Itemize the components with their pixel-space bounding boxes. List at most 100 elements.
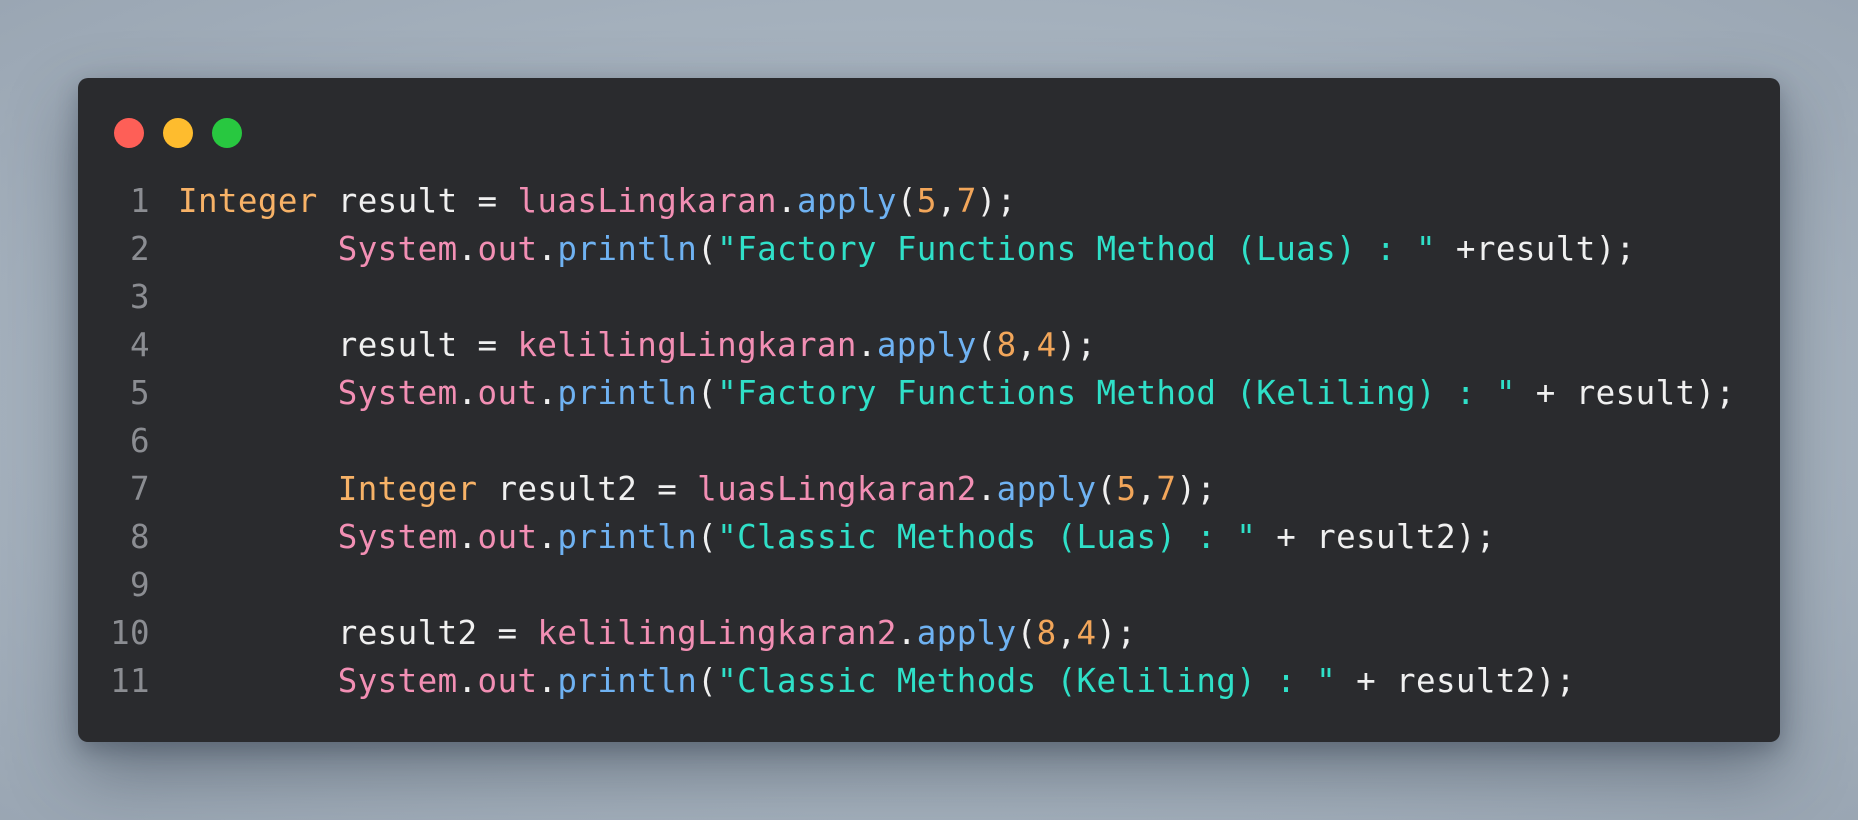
line-number: 7 [130,470,150,508]
code-window: 1 Integer result = luasLingkaran.apply(5,… [78,78,1780,742]
code-token-num: 8 [1036,614,1057,652]
code-token-fn: apply [876,326,977,364]
code-token-var [497,326,517,364]
code-token-obj: System [337,374,458,412]
code-token-pun: ( [697,230,718,268]
code-text: result2 = kelilingLingkaran2.apply(8,4); [150,614,1136,652]
code-token-pun: . [777,182,797,220]
code-block: 1 Integer result = luasLingkaran.apply(5,… [78,177,1780,705]
code-token-obj: kelilingLingkaran2 [537,614,897,652]
code-token-num: 7 [1156,470,1177,508]
code-token-op: = [497,614,518,652]
code-token-type: Integer [178,182,318,220]
code-token-var: result [178,326,478,364]
code-token-var [178,662,338,700]
line-number: 1 [130,182,150,220]
maximize-dot[interactable] [212,118,242,148]
code-token-pun: . [457,374,478,412]
code-token-pun: . [457,230,478,268]
code-token-num: 4 [1076,614,1097,652]
line-number: 3 [130,278,150,316]
code-text: System.out.println("Factory Functions Me… [150,374,1735,412]
line-number: 9 [130,566,150,604]
code-token-obj: kelilingLingkaran [517,326,857,364]
code-token-fn: apply [996,470,1097,508]
code-token-pun: . [537,662,558,700]
code-text: Integer result = luasLingkaran.apply(5,7… [150,182,1017,220]
close-dot[interactable] [114,118,144,148]
code-token-var [677,470,697,508]
code-token-pun: , [1016,326,1037,364]
code-line: 10 result2 = kelilingLingkaran2.apply(8,… [78,609,1780,657]
code-line: 11 System.out.println("Classic Methods (… [78,657,1780,705]
code-text: result = kelilingLingkaran.apply(8,4); [150,326,1097,364]
code-token-obj: out [477,518,538,556]
code-text: System.out.println("Classic Methods (Lua… [150,518,1496,556]
code-token-str: "Factory Functions Method (Luas) : " [717,230,1436,268]
code-token-pun: ( [697,374,718,412]
code-token-str: "Classic Methods (Keliling) : " [717,662,1337,700]
code-token-fn: apply [797,182,897,220]
code-token-pun: . [457,662,478,700]
code-token-var: + result2 [1336,662,1536,700]
code-line: 7 Integer result2 = luasLingkaran2.apply… [78,465,1780,513]
code-line: 9 [78,561,1780,609]
line-number: 11 [110,662,150,700]
code-token-obj: System [337,518,458,556]
code-token-num: 5 [1116,470,1137,508]
code-text: Integer result2 = luasLingkaran2.apply(5… [150,470,1216,508]
code-token-fn: println [557,230,698,268]
code-line: 2 System.out.println("Factory Functions … [78,225,1780,273]
code-token-pun: ( [1096,470,1117,508]
code-token-type: Integer [337,470,478,508]
code-token-pun: . [856,326,877,364]
code-token-var: result2 [477,470,658,508]
code-token-obj: out [477,662,538,700]
code-token-fn: println [557,518,698,556]
code-line: 6 [78,417,1780,465]
line-number: 5 [130,374,150,412]
code-line: 8 System.out.println("Classic Methods (L… [78,513,1780,561]
line-number: 6 [130,422,150,460]
code-token-op: = [477,182,498,220]
code-token-pun: , [1136,470,1157,508]
code-token-num: 7 [956,182,977,220]
code-token-var [517,614,537,652]
code-token-pun: ); [1535,662,1576,700]
code-token-pun: ); [976,182,1017,220]
code-line: 4 result = kelilingLingkaran.apply(8,4); [78,321,1780,369]
code-token-fn: apply [916,614,1017,652]
line-number: 8 [130,518,150,556]
code-text: System.out.println("Classic Methods (Kel… [150,662,1576,700]
code-token-pun: ); [1176,470,1217,508]
code-token-obj: luasLingkaran2 [697,470,977,508]
code-token-pun: . [537,518,558,556]
minimize-dot[interactable] [163,118,193,148]
code-token-pun: . [976,470,997,508]
code-token-num: 4 [1036,326,1057,364]
line-number: 2 [130,230,150,268]
code-token-pun: ( [896,182,917,220]
code-token-pun: ( [697,662,718,700]
code-token-fn: println [557,662,698,700]
code-token-pun: ); [1455,518,1496,556]
code-token-var: +result [1435,230,1596,268]
code-token-var [178,470,338,508]
code-token-num: 8 [996,326,1017,364]
code-token-obj: System [337,662,458,700]
code-line: 5 System.out.println("Factory Functions … [78,369,1780,417]
code-token-var: + result2 [1256,518,1456,556]
code-token-str: "Classic Methods (Luas) : " [717,518,1257,556]
code-token-fn: println [557,374,698,412]
code-token-var: result2 [178,614,498,652]
code-token-op: = [657,470,678,508]
code-token-var [497,182,517,220]
code-token-pun: . [537,230,558,268]
code-token-pun: ( [697,518,718,556]
code-token-var: + result [1515,374,1696,412]
code-token-str: "Factory Functions Method (Keliling) : " [717,374,1516,412]
code-token-pun: , [936,182,957,220]
code-token-var: result [317,182,478,220]
code-token-obj: out [477,374,538,412]
code-token-obj: out [477,230,538,268]
